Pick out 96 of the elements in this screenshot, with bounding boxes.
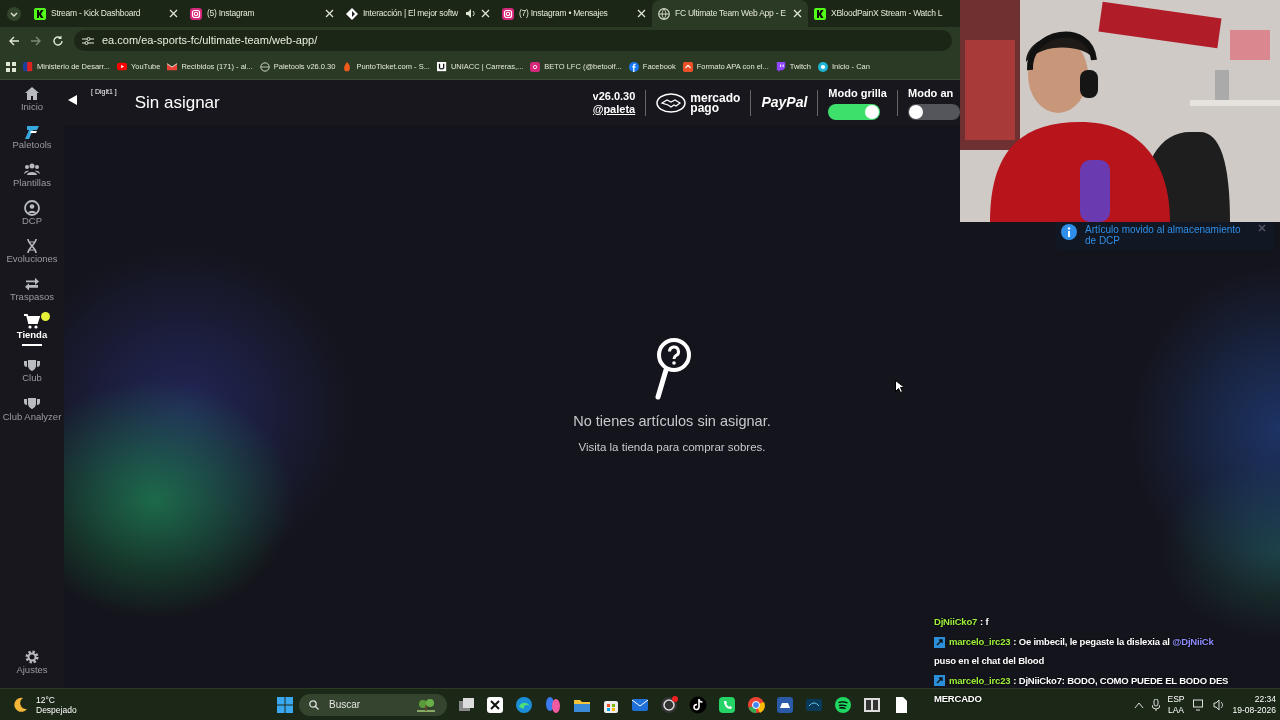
volume-icon[interactable]	[1212, 698, 1225, 711]
network-icon[interactable]	[1192, 698, 1205, 711]
address-bar[interactable]: ea.com/ea-sports-fc/ultimate-team/web-app/	[74, 30, 952, 51]
globe-icon	[259, 61, 270, 72]
swap-arrows-icon	[24, 275, 40, 292]
chevron-up-icon[interactable]	[1133, 700, 1144, 709]
swirl-icon[interactable]	[514, 695, 533, 714]
tab-search-icon[interactable]	[7, 6, 21, 21]
speaker-icon[interactable]	[465, 8, 476, 19]
circle-logo-icon	[818, 61, 828, 72]
tree-icon	[415, 697, 437, 712]
square-logo-icon	[436, 61, 447, 72]
apps-grid-icon[interactable]	[6, 61, 16, 72]
camera-logo-icon	[502, 7, 514, 20]
cart-icon	[24, 313, 40, 330]
chevron-logo-icon	[682, 61, 693, 72]
browser-tab[interactable]: Stream - Kick Dashboard	[28, 0, 184, 27]
handshake-icon	[656, 92, 687, 113]
people-icon	[24, 161, 40, 178]
chat-message: marcelo_irc23 : DjNiiCko7: BODO, COMO PUEDE EL BODO DES	[934, 672, 1229, 689]
forward-icon[interactable]	[30, 34, 42, 47]
sidebar-item[interactable]: DCP	[0, 199, 64, 238]
search-field[interactable]: Buscar	[327, 696, 407, 713]
sidebar-item[interactable]: Traspasos	[0, 275, 64, 314]
flag-icon	[23, 61, 33, 72]
browser-tab[interactable]: FC Ultimate Team Web App - E	[652, 0, 808, 27]
play-icon	[116, 61, 127, 72]
logo-icon	[24, 123, 40, 140]
magnifier-question-icon	[652, 337, 692, 401]
diamond-logo-icon	[346, 7, 358, 20]
mail-icon	[167, 61, 178, 72]
record-icon[interactable]	[659, 695, 678, 714]
page-title: Sin asignar	[134, 91, 220, 114]
microphone-icon[interactable]	[1151, 698, 1160, 711]
back-icon[interactable]	[8, 34, 20, 47]
chat-bubble-icon	[775, 61, 786, 72]
sidebar-item[interactable]: Tienda	[0, 313, 64, 358]
scoreboard-icon[interactable]	[862, 695, 881, 714]
kick-logo-icon	[814, 7, 826, 20]
sidebar-item[interactable]: Club	[0, 357, 64, 396]
sidebar-item[interactable]: Evoluciones	[0, 237, 64, 276]
sidebar-item[interactable]: Inicio	[0, 86, 64, 124]
sound-waves-icon[interactable]	[833, 695, 852, 714]
kick-logo-icon	[34, 7, 46, 20]
settings-button[interactable]: Ajustes	[0, 649, 64, 688]
search-box[interactable]: Buscar	[299, 693, 447, 716]
clock[interactable]: 22:34 19-08-2026	[1232, 693, 1276, 716]
cursor-icon	[895, 380, 904, 393]
music-note-icon[interactable]	[688, 695, 707, 714]
toast-message: Artículo movido al almacenamiento de DCP	[1085, 224, 1242, 246]
sidebar-item[interactable]: Plantillas	[0, 161, 64, 200]
browser-icon[interactable]	[746, 695, 765, 714]
sidebar-item[interactable]: Paletools	[0, 123, 64, 162]
shield-group-icon	[24, 395, 40, 412]
person-circle-icon	[24, 199, 40, 216]
browser-tab[interactable]: Interacción | El mejor softw	[340, 0, 496, 27]
chat-message: puso en el chat del Blood	[934, 653, 1045, 668]
mercado-pago-button[interactable]: mercado pago	[656, 92, 741, 113]
moon-icon	[12, 696, 28, 713]
browser-tab[interactable]: XBloodPainX Stream - Watch L	[808, 0, 960, 27]
browser-tab[interactable]: (7) Instagram • Mensajes	[496, 0, 652, 27]
info-icon	[1061, 224, 1077, 240]
browser-tab[interactable]: (5) Instagram	[184, 0, 340, 27]
weather-widget[interactable]: 12°C Despejado	[0, 694, 270, 715]
shield-group-icon	[24, 357, 40, 374]
window-stack-icon[interactable]	[456, 695, 475, 714]
pin-badge-icon	[934, 636, 945, 648]
search-icon	[309, 699, 319, 710]
chat-message: marcelo_irc23 : Oe imbecil, le pegaste la dislexia al @DjNiiCk	[934, 634, 1214, 650]
petal-icon[interactable]	[543, 695, 562, 714]
camera-logo-icon	[530, 61, 541, 72]
windows-icon[interactable]	[276, 696, 293, 713]
chat-message: MERCADO	[934, 692, 982, 706]
empty-subtitle: Visita la tienda para comprar sobres.	[578, 439, 766, 455]
version-text: v26.0.30	[592, 89, 636, 103]
camera-logo-icon	[190, 7, 202, 20]
f-logo-icon	[628, 61, 639, 72]
back-arrow-icon[interactable]	[68, 94, 77, 105]
toggle-label: Modo an	[908, 86, 955, 102]
dna-icon	[24, 237, 40, 254]
sidebar-item[interactable]: Club Analyzer	[0, 395, 64, 434]
reload-icon[interactable]	[52, 34, 64, 47]
globe-icon	[658, 7, 670, 20]
chat-message: DjNiiCko7 : f	[934, 615, 989, 629]
author-link[interactable]: @paleta	[592, 102, 636, 116]
flame-icon	[342, 61, 353, 72]
empty-title: No tienes artículos sin asignar.	[573, 412, 771, 431]
site-settings-icon[interactable]	[82, 35, 94, 46]
toggle-label: Modo grilla	[828, 86, 887, 102]
language-indicator[interactable]: ESP LAA	[1167, 693, 1185, 716]
paypal-button[interactable]: PayPal	[761, 92, 808, 113]
toggle-switch[interactable]	[908, 103, 960, 120]
home-icon	[24, 86, 40, 102]
gear-icon	[24, 649, 40, 666]
toggle-switch[interactable]	[828, 103, 881, 120]
phone-icon[interactable]	[717, 695, 736, 714]
